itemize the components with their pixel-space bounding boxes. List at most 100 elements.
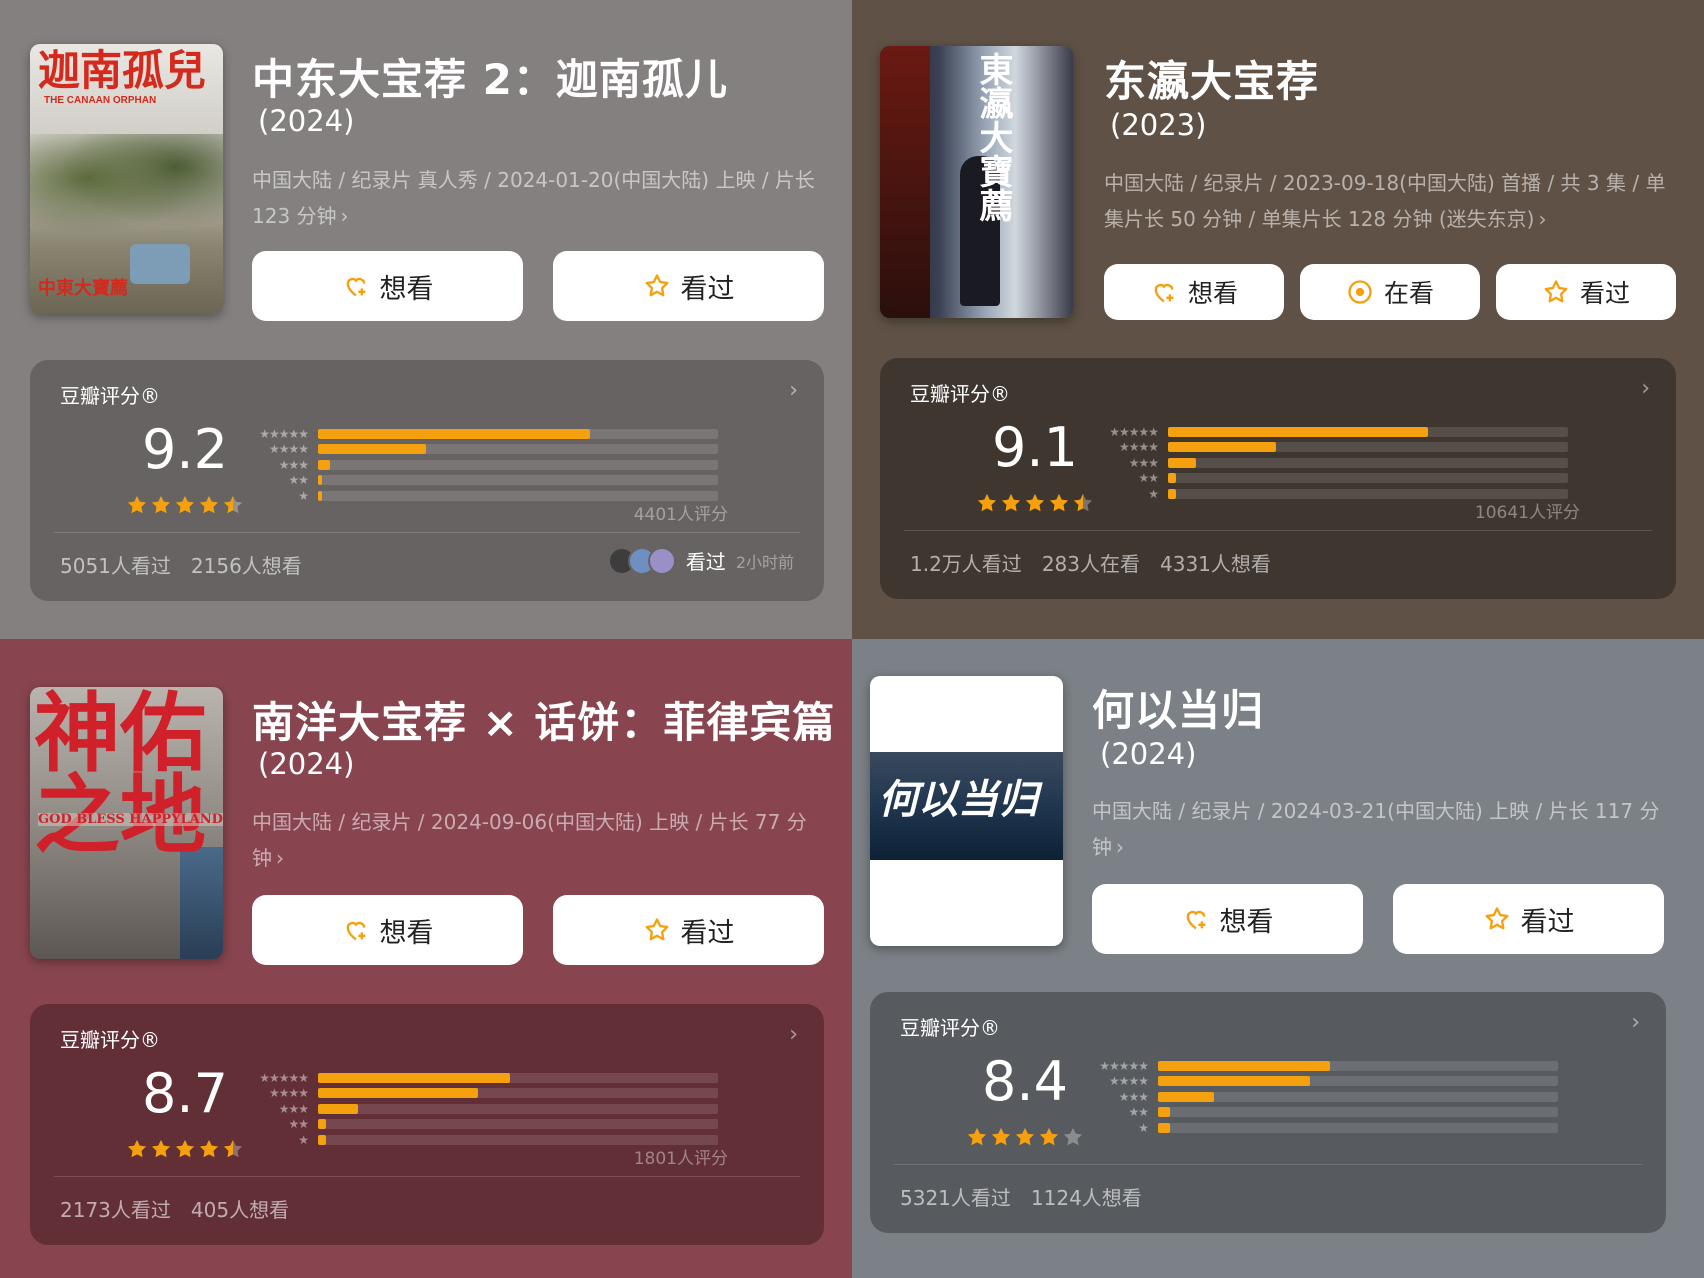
rating-count: 1801人评分 — [633, 1149, 728, 1169]
movie-card-canaan-orphan: 迦南孤兒 THE CANAAN ORPHAN 中東大寶薦 中东大宝荐 2：迦南孤… — [0, 0, 852, 639]
heart-plus-icon — [1182, 905, 1210, 933]
divider — [894, 1164, 1642, 1165]
rating-bar-track — [1168, 457, 1568, 468]
rating-count: 10641人评分 — [1474, 503, 1580, 523]
rating-stats: 5321人看过 1124人想看 — [900, 1182, 1142, 1211]
rating-bar-track — [318, 475, 718, 486]
douban-rating-card[interactable]: 豆瓣评分® › 8.4 ★★★★★ ★★★★ ★★★ ★★ ★ 5321人看过 1124… — [870, 992, 1666, 1233]
watched-button[interactable]: 看过 — [1393, 884, 1664, 954]
want-count: 4331人想看 — [1160, 552, 1271, 576]
chevron-right-icon: › — [1641, 376, 1650, 401]
star-filled-icon — [151, 1139, 171, 1158]
rating-bar-track — [1158, 1076, 1558, 1087]
movie-meta[interactable]: 中国大陆 / 纪录片 / 2023-09-18(中国大陆) 首播 / 共 3 集… — [1104, 165, 1684, 237]
star-outline-icon — [643, 272, 671, 300]
star-filled-icon — [199, 1139, 219, 1158]
circle-dot-icon — [1346, 278, 1374, 306]
star-filled-icon — [1015, 1127, 1035, 1146]
star-filled-icon — [175, 1139, 195, 1158]
rating-row-stars: ★★★★★ — [259, 1070, 309, 1085]
movie-poster[interactable]: 迦南孤兒 THE CANAAN ORPHAN 中東大寶薦 — [30, 44, 223, 314]
movie-card-dongying: 東瀛大寶薦 东瀛大宝荐 (2023) 中国大陆 / 纪录片 / 2023-09-… — [852, 0, 1704, 639]
want-to-watch-button[interactable]: 想看 — [1092, 884, 1363, 954]
rating-row: ★★★ — [1090, 455, 1568, 471]
watched-button[interactable]: 看过 — [1496, 264, 1676, 320]
meta-text: 中国大陆 / 纪录片 / 2024-03-21(中国大陆) 上映 / 片长 11… — [1092, 799, 1660, 859]
rating-bar — [1168, 457, 1196, 468]
rating-bar — [318, 1072, 510, 1083]
rating-stats: 5051人看过 2156人想看 — [60, 550, 302, 579]
star-filled-icon — [1001, 493, 1021, 512]
movie-poster[interactable]: 東瀛大寶薦 — [880, 46, 1073, 318]
chevron-right-icon: › — [1116, 835, 1124, 859]
friend-activity-time: 2小时前 — [735, 552, 794, 572]
rating-row: ★★★ — [1080, 1089, 1558, 1105]
poster-title: 何以当归 — [878, 776, 1038, 823]
movie-poster[interactable]: 何以当归 — [870, 676, 1063, 946]
movie-meta[interactable]: 中国大陆 / 纪录片 真人秀 / 2024-01-20(中国大陆) 上映 / 片… — [252, 162, 822, 234]
rating-bar-track — [318, 1072, 718, 1083]
star-filled-icon — [127, 1139, 147, 1158]
movie-title: 南洋大宝荐 × 话饼：菲律宾篇 — [252, 698, 836, 747]
watching-button[interactable]: 在看 — [1300, 264, 1480, 320]
star-outline-icon — [1542, 278, 1570, 306]
rating-stats: 2173人看过 405人想看 — [60, 1194, 289, 1223]
friend-activity-label: 看过 — [685, 550, 726, 574]
friends-activity[interactable]: 看过 2小时前 — [607, 546, 794, 575]
rating-stats: 1.2万人看过 283人在看 4331人想看 — [910, 548, 1271, 577]
rating-stars — [126, 1138, 244, 1160]
star-filled-icon — [175, 495, 195, 514]
rating-bar — [1168, 488, 1176, 499]
rating-bar — [1168, 442, 1276, 453]
button-label: 想看 — [379, 917, 434, 949]
rating-bar — [1158, 1107, 1170, 1118]
want-to-watch-button[interactable]: 想看 — [1104, 264, 1284, 320]
rating-score: 8.4 — [982, 1050, 1068, 1113]
movie-meta[interactable]: 中国大陆 / 纪录片 / 2024-09-06(中国大陆) 上映 / 片长 77… — [252, 804, 822, 876]
watched-button[interactable]: 看过 — [553, 251, 824, 321]
star-filled-icon — [1039, 1127, 1059, 1146]
want-to-watch-button[interactable]: 想看 — [252, 251, 523, 321]
rating-row-stars: ★ — [298, 488, 309, 503]
poster-subtitle: THE CANAAN ORPHAN — [44, 95, 157, 106]
chevron-right-icon: › — [1538, 207, 1547, 231]
poster-title: 迦南孤兒 — [38, 46, 207, 95]
want-to-watch-button[interactable]: 想看 — [252, 895, 523, 965]
rating-label: 豆瓣评分® — [900, 1016, 1000, 1040]
poster-subtitle: GOD BLESS HAPPYLAND — [38, 812, 223, 827]
rating-row-stars: ★★★ — [1118, 1089, 1149, 1104]
want-count: 2156人想看 — [190, 554, 302, 578]
heart-plus-icon — [342, 916, 370, 944]
divider — [54, 1176, 800, 1177]
movie-meta[interactable]: 中国大陆 / 纪录片 / 2024-03-21(中国大陆) 上映 / 片长 11… — [1092, 793, 1662, 865]
rating-row: ★★ — [240, 1117, 718, 1133]
rating-row: ★★★★ — [1080, 1074, 1558, 1090]
douban-rating-card[interactable]: 豆瓣评分® › 8.7 ★★★★★ ★★★★ ★★★ ★★ ★ 1801人评分 2173… — [30, 1004, 824, 1245]
button-label: 在看 — [1383, 279, 1434, 308]
chevron-right-icon: › — [789, 378, 798, 403]
douban-rating-card[interactable]: 豆瓣评分® › 9.2 ★★★★★ ★★★★ ★★★ ★★ ★ 4401人评分 5051… — [30, 360, 824, 601]
rating-bar-track — [318, 1103, 718, 1114]
rating-row: ★★ — [1080, 1105, 1558, 1121]
rating-row-stars: ★★★ — [1128, 455, 1159, 470]
avatar — [647, 546, 676, 575]
star-filled-icon — [967, 1127, 987, 1146]
rating-distribution: ★★★★★ ★★★★ ★★★ ★★ ★ — [240, 1070, 718, 1148]
rating-bar-track — [1168, 426, 1568, 437]
chevron-right-icon: › — [1631, 1010, 1640, 1035]
douban-rating-card[interactable]: 豆瓣评分® › 9.1 ★★★★★ ★★★★ ★★★ ★★ ★ 10641人评分 1.2… — [880, 358, 1676, 599]
rating-bar-track — [318, 444, 718, 455]
movie-title: 何以当归 — [1092, 686, 1265, 735]
heart-plus-icon — [342, 272, 370, 300]
poster-title: 神佑之地 — [34, 687, 206, 866]
rating-row-stars: ★★★★★ — [1099, 1058, 1149, 1073]
movie-poster[interactable]: 神佑之地 GOD BLESS HAPPYLAND — [30, 687, 223, 959]
chevron-right-icon: › — [789, 1022, 798, 1047]
rating-bar-track — [1168, 442, 1568, 453]
rating-bar-track — [318, 1088, 718, 1099]
rating-row-stars: ★★ — [288, 1117, 309, 1132]
meta-text: 中国大陆 / 纪录片 真人秀 / 2024-01-20(中国大陆) 上映 / 片… — [252, 168, 815, 228]
rating-row-stars: ★★★ — [278, 1101, 309, 1116]
rating-row: ★★★★ — [240, 1086, 718, 1102]
watched-button[interactable]: 看过 — [553, 895, 824, 965]
